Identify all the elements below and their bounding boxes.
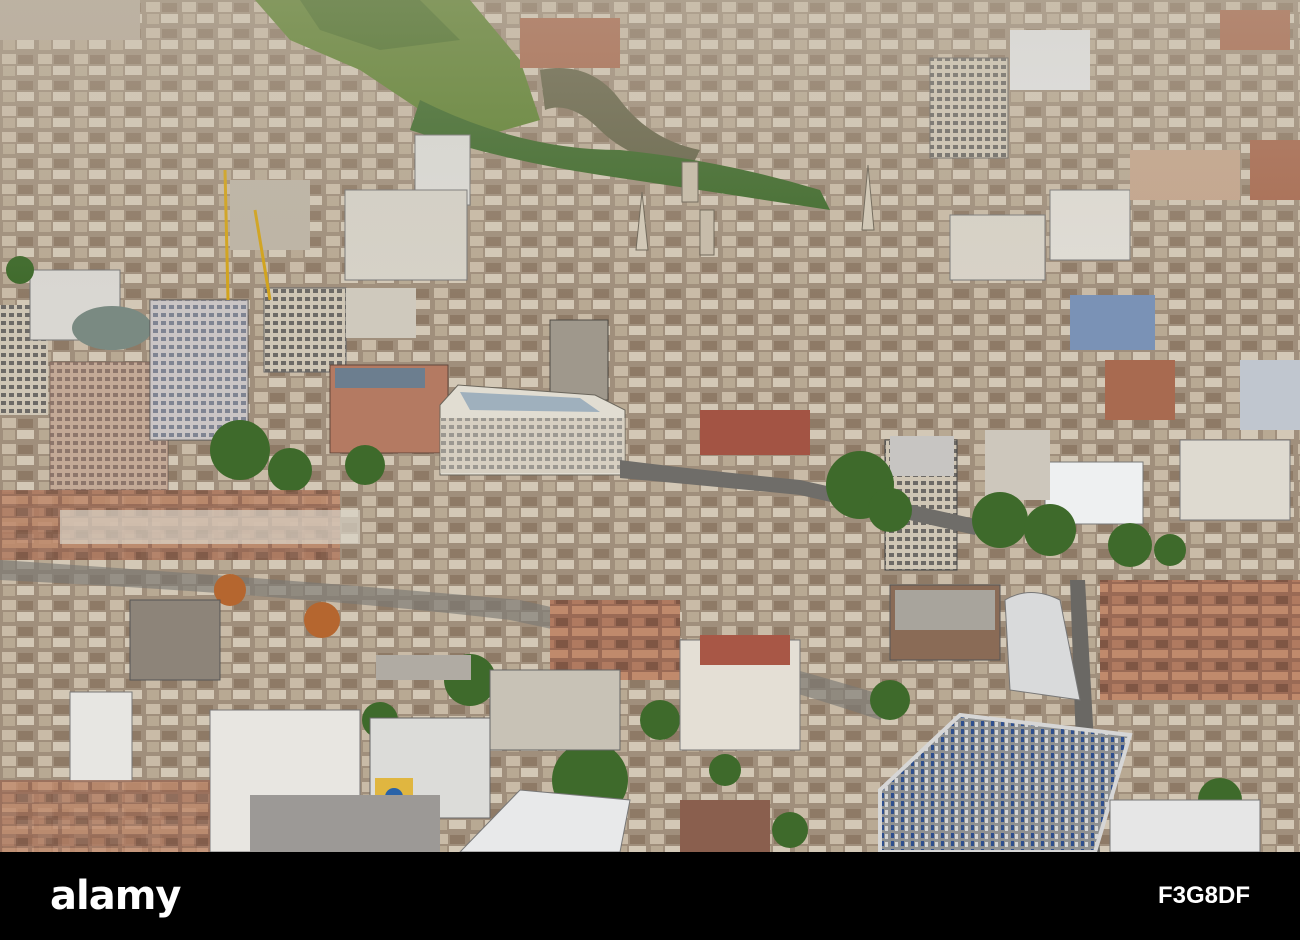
scaffold-overlay xyxy=(150,300,248,440)
atmospheric-haze xyxy=(0,0,1300,300)
building xyxy=(1179,439,1291,521)
tower-roof xyxy=(890,436,954,476)
stock-image-id: F3G8DF xyxy=(1157,882,1250,909)
watermark-footer: alamy F3G8DF xyxy=(0,852,1300,940)
blue-office xyxy=(1070,295,1155,350)
building xyxy=(489,669,621,751)
office-windows xyxy=(440,418,625,473)
brick-houses xyxy=(0,780,210,852)
circular-car-park xyxy=(72,306,152,350)
hall-roof xyxy=(895,590,995,630)
brick-building xyxy=(1105,360,1175,420)
office-block xyxy=(263,287,347,373)
tower-building xyxy=(549,319,609,401)
white-office xyxy=(69,691,133,783)
brick-building xyxy=(680,800,770,852)
car-park xyxy=(376,655,471,680)
brick-houses xyxy=(1100,580,1300,700)
aerial-city-photo xyxy=(0,0,1300,852)
solar-roof xyxy=(335,368,425,388)
brick-houses xyxy=(550,600,680,680)
red-roof xyxy=(700,635,790,665)
brand-logo: alamy xyxy=(50,873,181,919)
building xyxy=(985,430,1050,500)
building xyxy=(1240,360,1300,430)
church xyxy=(129,599,221,681)
terrace-row xyxy=(60,510,360,544)
plaza xyxy=(250,795,440,852)
brick-building xyxy=(700,410,810,455)
white-roof xyxy=(1109,799,1261,852)
aerial-city-scene xyxy=(0,0,1300,852)
